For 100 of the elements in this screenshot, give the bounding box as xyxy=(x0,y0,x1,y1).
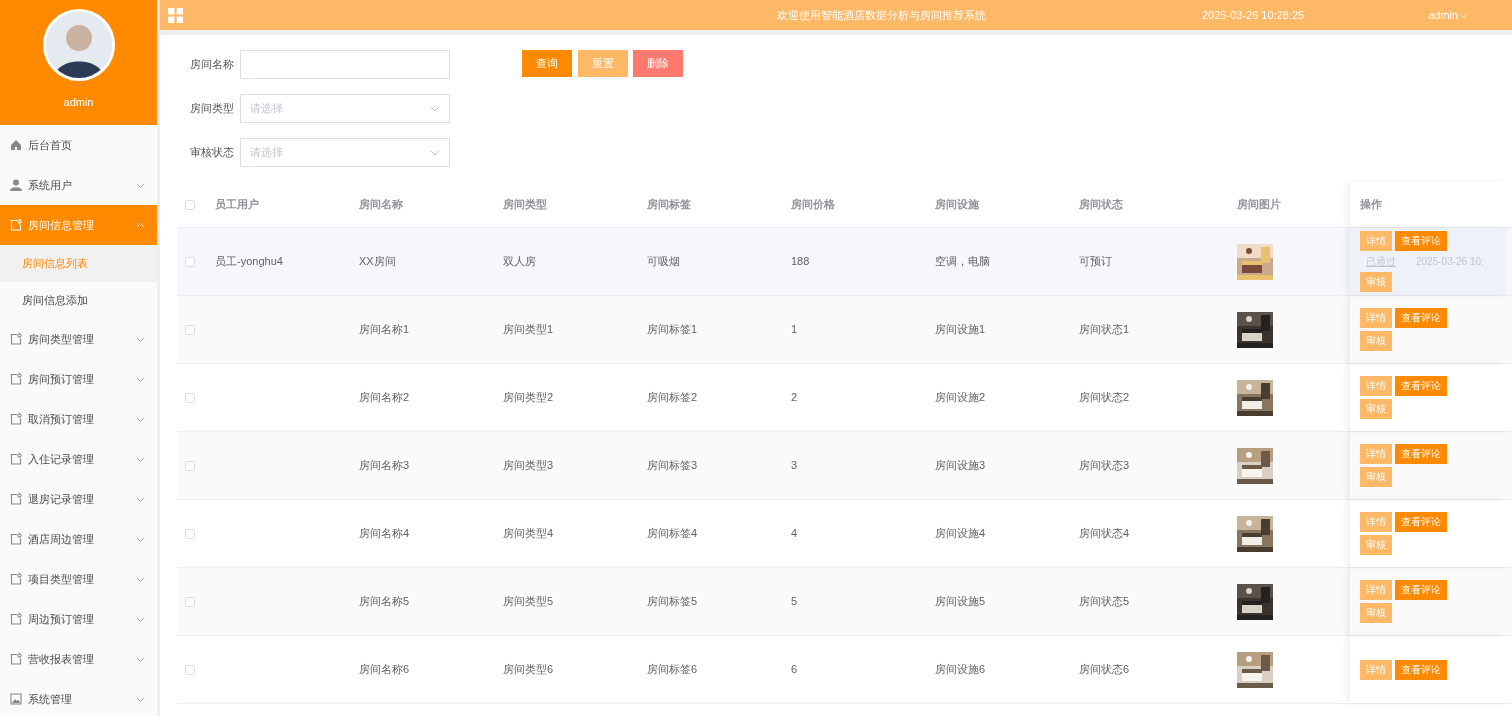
document-icon xyxy=(10,453,22,465)
menu-item[interactable]: 系统用户 xyxy=(0,165,157,205)
column-header: 房间状态 xyxy=(1079,197,1124,213)
action-button[interactable]: 详情 xyxy=(1360,231,1392,251)
menu-item[interactable]: 房间类型管理 xyxy=(0,319,157,359)
action-button[interactable]: 详情 xyxy=(1360,659,1392,680)
action-button[interactable]: 查看评论 xyxy=(1395,308,1447,328)
table-cell-text: 房间名称5 xyxy=(359,594,411,610)
field-label: 审核状态 xyxy=(190,145,235,161)
table-cell-text: 房间标签2 xyxy=(647,390,699,406)
submenu-item[interactable]: 房间信息列表 xyxy=(0,245,157,282)
menu-item[interactable]: 退房记录管理 xyxy=(0,479,157,519)
table-cell-text: 可吸烟 xyxy=(647,254,681,270)
menu-item[interactable]: 取消预订管理 xyxy=(0,399,157,439)
table-cell-text: 双人房 xyxy=(503,254,537,270)
table-cell-text: 房间设施2 xyxy=(935,390,987,406)
action-button[interactable]: 审核 xyxy=(1360,467,1392,487)
action-button[interactable]: 查看评论 xyxy=(1395,376,1447,396)
table-cell-text: 房间状态1 xyxy=(1079,322,1131,338)
table-cell-text: 可预订 xyxy=(1079,254,1113,270)
checkbox[interactable] xyxy=(185,256,195,267)
menu-item[interactable]: 营收报表管理 xyxy=(0,639,157,679)
document-icon xyxy=(10,493,22,505)
action-button[interactable]: 查看评论 xyxy=(1395,231,1447,251)
action-button[interactable]: 查看评论 xyxy=(1395,659,1447,680)
table-cell-text: 房间标签1 xyxy=(647,322,699,338)
column-header: 房间设施 xyxy=(935,197,980,213)
menu-icon[interactable] xyxy=(168,7,183,23)
table-cell-text: 房间类型4 xyxy=(503,526,555,542)
menu-item[interactable]: 系统管理 xyxy=(0,679,157,716)
checkbox[interactable] xyxy=(185,460,195,471)
column-header: 房间名称 xyxy=(359,197,404,213)
table-cell-text: 2 xyxy=(791,390,799,406)
action-button[interactable]: 审核 xyxy=(1360,331,1392,351)
datetime: 2025-03-26 10:28:25 xyxy=(1202,7,1305,23)
table-cell-text: 房间状态2 xyxy=(1079,390,1131,406)
document-icon xyxy=(10,333,22,345)
table-cell-text: 房间名称4 xyxy=(359,526,411,542)
column-header: 员工用户 xyxy=(215,197,260,213)
action-button[interactable]: 详情 xyxy=(1360,580,1392,600)
table-cell-text: 房间状态3 xyxy=(1079,458,1131,474)
home-icon xyxy=(10,139,22,151)
table-cell-text: 房间设施5 xyxy=(935,594,987,610)
action-button[interactable]: 审核 xyxy=(1360,603,1392,623)
table-cell-text: 房间标签4 xyxy=(647,526,699,542)
menu-item[interactable]: 项目类型管理 xyxy=(0,559,157,599)
input-field[interactable] xyxy=(240,50,450,79)
checkbox[interactable] xyxy=(185,596,195,607)
checkbox[interactable] xyxy=(185,392,195,403)
table-cell-text: 房间状态5 xyxy=(1079,594,1131,610)
action-button[interactable]: 审核 xyxy=(1360,535,1392,555)
action-button[interactable]: 详情 xyxy=(1360,444,1392,464)
document-icon xyxy=(10,573,22,585)
table-cell-text: 188 xyxy=(791,254,811,270)
username: admin xyxy=(63,95,94,110)
document-icon xyxy=(10,653,22,665)
table-cell-text: 1 xyxy=(791,322,799,338)
action-button[interactable]: 详情 xyxy=(1360,376,1392,396)
image-icon xyxy=(10,693,22,705)
table-cell-text: 房间类型1 xyxy=(503,322,555,338)
document-icon xyxy=(10,373,22,385)
column-header: 房间图片 xyxy=(1236,197,1282,213)
menu-item[interactable]: 后台首页 xyxy=(0,125,157,165)
menu-item[interactable]: 酒店周边管理 xyxy=(0,519,157,559)
action-button[interactable]: 重置 xyxy=(577,50,628,77)
table-cell-text: 房间标签6 xyxy=(647,662,699,678)
caret-icon xyxy=(1460,11,1468,19)
menu-item[interactable]: 周边预订管理 xyxy=(0,599,157,639)
action-button[interactable]: 审核 xyxy=(1360,399,1392,419)
table-cell-text: 员工-yonghu4 xyxy=(215,254,284,270)
action-button[interactable]: 删除 xyxy=(633,50,683,77)
menu-item[interactable]: 房间预订管理 xyxy=(0,359,157,399)
action-button[interactable]: 详情 xyxy=(1360,308,1392,328)
checkbox[interactable] xyxy=(185,664,195,675)
table-cell-text: 房间状态4 xyxy=(1079,526,1131,542)
checkbox[interactable] xyxy=(185,324,195,335)
checkbox[interactable] xyxy=(185,199,195,210)
action-button[interactable]: 查看评论 xyxy=(1395,444,1447,464)
table-cell-text: 房间设施6 xyxy=(935,662,987,678)
action-button[interactable]: 查看评论 xyxy=(1395,512,1447,532)
checkbox[interactable] xyxy=(185,528,195,539)
menu-item[interactable]: 入住记录管理 xyxy=(0,439,157,479)
action-button[interactable]: 审核 xyxy=(1360,272,1392,292)
table-cell-text: 房间状态6 xyxy=(1079,662,1131,678)
user-menu[interactable]: admin xyxy=(1428,6,1468,24)
table-cell-text: 房间设施1 xyxy=(935,322,987,338)
table-cell-text: XX房间 xyxy=(359,254,397,270)
table-cell-text: 3 xyxy=(791,458,799,474)
table-cell-text: 房间标签3 xyxy=(647,458,699,474)
action-button[interactable]: 查看评论 xyxy=(1395,580,1447,600)
action-button[interactable]: 详情 xyxy=(1360,512,1392,532)
page-title: 欢迎使用智能酒店数据分析与房间推荐系统 xyxy=(775,7,987,23)
table-cell-text: 房间标签5 xyxy=(647,594,699,610)
user-icon xyxy=(10,179,22,191)
action-button[interactable]: 查询 xyxy=(522,50,572,77)
table-cell-text: 5 xyxy=(791,594,799,610)
menu-item[interactable]: 房间信息管理 xyxy=(0,205,157,245)
submenu-item[interactable]: 房间信息添加 xyxy=(0,282,157,319)
field-label: 房间类型 xyxy=(190,101,235,117)
field-label: 房间名称 xyxy=(190,57,235,73)
